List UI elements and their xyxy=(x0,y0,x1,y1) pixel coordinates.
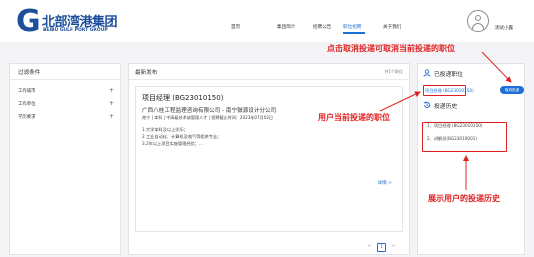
filter-label: 工作城市 xyxy=(18,89,36,94)
filter-label: 学历要求 xyxy=(18,115,36,120)
history-title: 投递历史 xyxy=(434,104,458,110)
job-title[interactable]: 项目经理 (BG23010150) xyxy=(142,93,223,103)
filter-label: 工作单位 xyxy=(18,102,36,107)
active-nav-indicator xyxy=(343,32,365,34)
pager-page-button[interactable]: 1 xyxy=(377,243,386,252)
pager-next-button[interactable]: > xyxy=(389,243,398,252)
annotation-current-job: 用户当前投递的职位 xyxy=(318,112,390,122)
job-requirement: 1.大学本科及以上学历； xyxy=(142,127,188,132)
username[interactable]: 测试小露 xyxy=(495,25,513,31)
company-logo[interactable]: G 北部湾港集团 BEIBU GULF PORT GROUP xyxy=(16,7,146,37)
job-listing-panel: 最新发布 共1个职位 项目经理 (BG23010150) 广西八桂工程监理咨询有… xyxy=(128,63,410,255)
annotation-highlight-box xyxy=(423,85,466,96)
nav-announcements[interactable]: 招聘公告 xyxy=(313,24,331,32)
cancel-application-button[interactable]: 取消投递 xyxy=(500,86,524,94)
top-header: G 北部湾港集团 BEIBU GULF PORT GROUP 首页 集团简介 招… xyxy=(0,0,534,42)
nav-jobs[interactable]: 职位招聘 xyxy=(343,24,361,32)
job-requirement: 2.工业自动化、计算机及电气等相关专业； xyxy=(142,134,222,139)
annotation-highlight-box xyxy=(422,122,507,152)
job-count: 共1个职位 xyxy=(384,69,403,74)
nav-home[interactable]: 首页 xyxy=(231,24,240,32)
user-icon xyxy=(423,69,431,77)
filter-education[interactable]: 学历要求 + xyxy=(18,113,114,122)
filter-title: 过滤条件 xyxy=(18,70,41,76)
logo-mark: G xyxy=(16,4,41,39)
job-card[interactable]: 项目经理 (BG23010150) 广西八桂工程监理咨询有限公司 - 南宁鼓源设… xyxy=(135,86,403,232)
divider xyxy=(10,79,120,80)
filter-work-city[interactable]: 工作城市 + xyxy=(18,87,114,96)
history-icon xyxy=(423,101,431,108)
nav-group-intro[interactable]: 集团简介 xyxy=(277,24,295,32)
listing-title: 最新发布 xyxy=(135,70,158,76)
filter-work-unit[interactable]: 工作单位 + xyxy=(18,100,114,109)
applied-title: 已投递职位 xyxy=(434,72,463,78)
logo-english-name: BEIBU GULF PORT GROUP xyxy=(43,28,108,33)
plus-icon[interactable]: + xyxy=(109,87,114,94)
job-organization: 广西八桂工程监理咨询有限公司 - 南宁鼓源设计分公司 xyxy=(142,108,277,114)
job-requirement: 3.2年以上项目实施管理经验；... xyxy=(142,141,203,146)
plus-icon[interactable]: + xyxy=(109,100,114,107)
plus-icon[interactable]: + xyxy=(109,113,114,120)
annotation-history: 展示用户的投递历史 xyxy=(428,193,500,203)
pager-prev-button[interactable]: < xyxy=(365,243,374,252)
user-avatar-icon[interactable] xyxy=(467,10,489,32)
annotation-cancel-hint: 点击取消投递可取消当前投递的职位 xyxy=(327,43,455,53)
job-detail-link[interactable]: 详情 > xyxy=(378,180,393,186)
divider xyxy=(129,79,409,80)
job-meta: 南宁 | 本科 | 中高级技术或管理人才 | 招聘截止时间：2023年07月02… xyxy=(142,115,274,120)
filter-panel: 过滤条件 工作城市 + 工作单位 + 学历要求 + xyxy=(9,63,121,255)
nav-about-us[interactable]: 关于我们 xyxy=(383,24,401,32)
